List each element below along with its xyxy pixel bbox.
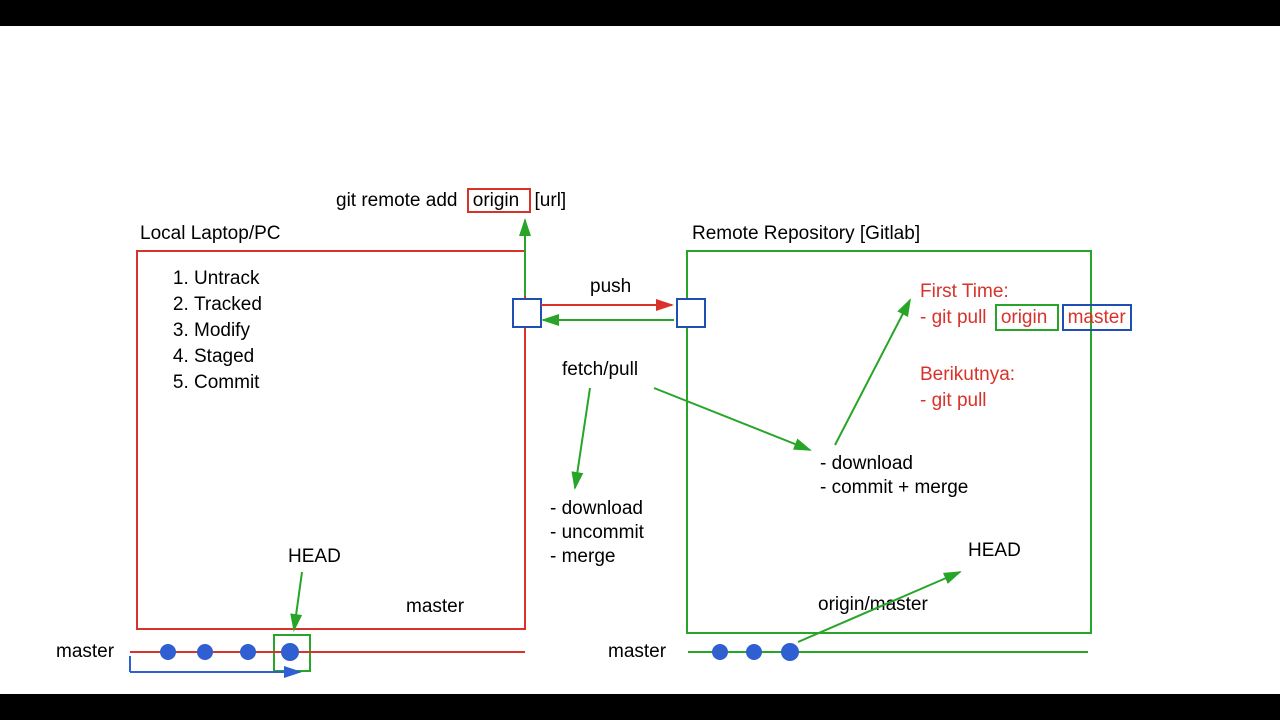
file-state-5: Commit <box>194 372 262 394</box>
next-time-heading: Berikutnya: <box>920 364 1015 386</box>
first-time-line: - git pull origin master <box>920 307 1132 329</box>
head-label-right: HEAD <box>968 540 1021 562</box>
push-label: push <box>590 276 631 298</box>
remote-add-prefix: git remote add <box>336 190 457 211</box>
head-commit-box-left <box>273 634 311 672</box>
file-state-1: Untrack <box>194 268 262 290</box>
local-title: Local Laptop/PC <box>140 223 281 245</box>
first-time-origin-box: origin <box>995 304 1059 331</box>
first-time-master-text: master <box>1068 307 1126 328</box>
remote-steps-list: download commit + merge <box>820 451 968 501</box>
file-states-list: Untrack Tracked Modify Staged Commit <box>166 264 262 398</box>
first-time-heading: First Time: <box>920 281 1009 303</box>
file-state-3: Modify <box>194 320 262 342</box>
remote-title: Remote Repository [Gitlab] <box>692 223 920 245</box>
file-state-4: Staged <box>194 346 262 368</box>
remote-step-2: commit + merge <box>820 477 968 499</box>
master-inside-left: master <box>406 596 464 618</box>
origin-master-label: origin/master <box>818 594 928 616</box>
fetch-step-3: merge <box>550 546 644 568</box>
remote-step-1: download <box>820 453 968 475</box>
first-time-origin-text: origin <box>1001 307 1047 328</box>
first-time-master-box: master <box>1062 304 1132 331</box>
remote-add-suffix: [url] <box>535 190 567 211</box>
next-time-line: - git pull <box>920 390 987 412</box>
remote-connector-box <box>676 298 706 328</box>
master-timeline-right: master <box>608 641 666 663</box>
remote-add-command: git remote add origin [url] <box>336 190 566 212</box>
remote-add-origin-box: origin <box>467 188 531 213</box>
remote-add-origin-text: origin <box>473 190 519 211</box>
fetch-step-1: download <box>550 498 644 520</box>
fetch-steps-list: download uncommit merge <box>550 496 644 570</box>
first-time-prefix: - git pull <box>920 307 987 328</box>
master-timeline-left: master <box>56 641 114 663</box>
head-label-left: HEAD <box>288 546 341 568</box>
fetch-pull-label: fetch/pull <box>562 359 638 381</box>
fetch-step-2: uncommit <box>550 522 644 544</box>
local-connector-box <box>512 298 542 328</box>
file-state-2: Tracked <box>194 294 262 316</box>
